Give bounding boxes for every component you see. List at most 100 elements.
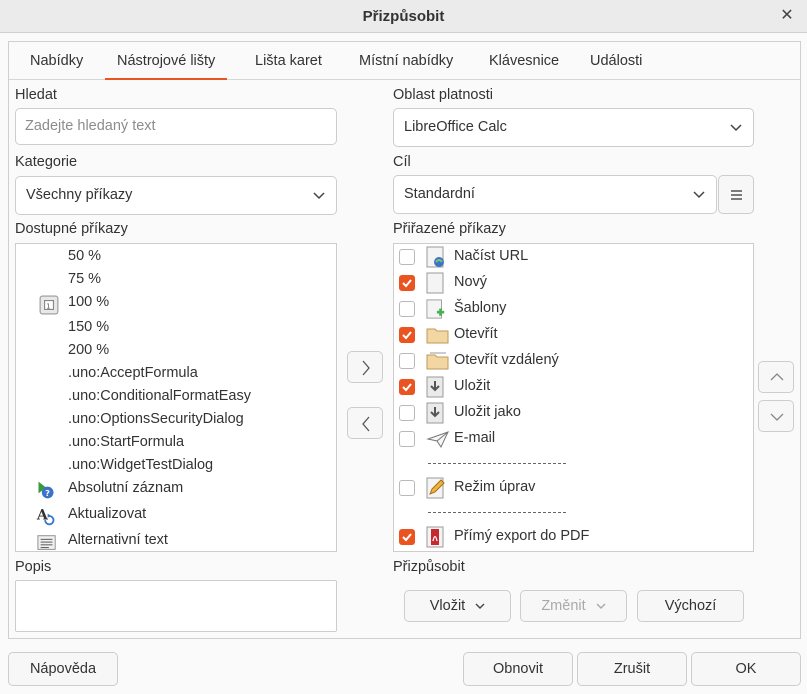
list-item[interactable]: Otevřít <box>394 322 753 348</box>
cancel-button[interactable]: Zrušit <box>577 652 687 686</box>
chevron-down-icon <box>770 413 784 421</box>
list-item[interactable]: Alternativní text <box>16 532 336 551</box>
tab-events[interactable]: Události <box>578 42 654 80</box>
list-item[interactable]: Načíst URL <box>394 244 753 270</box>
command-checkbox[interactable] <box>399 405 415 421</box>
list-item[interactable]: Přímý export do PDF <box>394 524 753 550</box>
list-item[interactable]: Uložit jako <box>394 400 753 426</box>
reset-button[interactable]: Obnovit <box>463 652 573 686</box>
save-icon <box>426 376 444 398</box>
command-checkbox[interactable] <box>399 353 415 369</box>
separator <box>428 512 566 513</box>
main-panel: Nabídky Nástrojové lišty Lišta karet Mís… <box>8 41 801 639</box>
separator <box>428 463 566 464</box>
svg-text:1: 1 <box>46 302 50 310</box>
list-item[interactable]: .uno:OptionsSecurityDialog <box>16 411 336 433</box>
tab-keyboard[interactable]: Klávesnice <box>477 42 571 80</box>
refresh-text-icon: A <box>36 507 55 526</box>
customize-label: Přizpůsobit <box>393 559 465 575</box>
category-value: Všechny příkazy <box>26 187 133 203</box>
chevron-down-icon <box>730 124 742 132</box>
title-bar: Přizpůsobit ✕ <box>0 0 807 33</box>
chevron-up-icon <box>770 373 784 381</box>
scope-value: LibreOffice Calc <box>404 119 507 135</box>
chevron-right-icon <box>362 360 370 376</box>
command-checkbox[interactable] <box>399 379 415 395</box>
description-box <box>15 580 337 632</box>
scope-label: Oblast platnosti <box>393 87 493 103</box>
search-input[interactable]: Zadejte hledaný text <box>15 108 337 145</box>
pdf-export-icon <box>426 526 444 548</box>
window-title: Přizpůsobit <box>362 8 445 25</box>
list-item[interactable]: A Aktualizovat <box>16 506 336 530</box>
list-item[interactable]: 200 % <box>16 342 336 364</box>
ok-button[interactable]: OK <box>691 652 801 686</box>
list-item[interactable]: .uno:WidgetTestDialog <box>16 457 336 479</box>
add-command-button[interactable] <box>347 351 383 383</box>
list-item[interactable]: Nový <box>394 270 753 296</box>
list-item[interactable]: .uno:ConditionalFormatEasy <box>16 388 336 410</box>
insert-button[interactable]: Vložit <box>404 590 511 622</box>
command-checkbox[interactable] <box>399 249 415 265</box>
category-dropdown[interactable]: Všechny příkazy <box>15 176 337 215</box>
absolute-record-icon: ? <box>38 481 54 499</box>
help-button[interactable]: Nápověda <box>8 652 118 686</box>
load-url-icon <box>426 246 444 268</box>
tab-bar: Nabídky Nástrojové lišty Lišta karet Mís… <box>9 42 800 80</box>
toolbar-menu-button[interactable] <box>718 175 754 214</box>
command-checkbox[interactable] <box>399 431 415 447</box>
category-label: Kategorie <box>15 154 78 170</box>
open-remote-icon <box>426 352 449 370</box>
target-label: Cíl <box>393 154 411 170</box>
remove-command-button[interactable] <box>347 407 383 439</box>
list-item[interactable]: Šablony <box>394 296 753 322</box>
defaults-button[interactable]: Výchozí <box>637 590 744 622</box>
assigned-commands-list[interactable]: Načíst URL Nový Šablony Otevřít Otevřít … <box>393 243 754 552</box>
list-item[interactable]: Uložit <box>394 374 753 400</box>
list-item[interactable]: 75 % <box>16 271 336 293</box>
tab-context-menus[interactable]: Místní nabídky <box>347 42 465 80</box>
modify-button[interactable]: Změnit <box>520 590 627 622</box>
open-folder-icon <box>426 328 449 344</box>
available-commands-label: Dostupné příkazy <box>15 221 128 237</box>
target-dropdown[interactable]: Standardní <box>393 175 717 214</box>
chevron-down-icon <box>693 191 705 199</box>
list-item[interactable]: Režim úprav <box>394 475 753 501</box>
description-label: Popis <box>15 559 52 575</box>
chevron-down-icon <box>313 192 325 200</box>
available-commands-list[interactable]: 50 % 75 % 1 100 % 150 % 200 % .uno:Accep… <box>15 243 337 552</box>
move-down-button[interactable] <box>758 400 794 432</box>
list-item[interactable]: 150 % <box>16 319 336 341</box>
command-checkbox[interactable] <box>399 480 415 496</box>
command-checkbox[interactable] <box>399 301 415 317</box>
command-checkbox[interactable] <box>399 529 415 545</box>
tab-notebookbar[interactable]: Lišta karet <box>243 42 334 80</box>
tab-menus[interactable]: Nabídky <box>18 42 95 80</box>
command-checkbox[interactable] <box>399 275 415 291</box>
list-item[interactable]: 50 % <box>16 248 336 270</box>
list-item[interactable]: .uno:AcceptFormula <box>16 365 336 387</box>
search-label: Hledat <box>15 87 57 103</box>
email-icon <box>426 431 449 449</box>
list-item[interactable]: ? Absolutní záznam <box>16 480 336 504</box>
command-checkbox[interactable] <box>399 327 415 343</box>
chevron-down-icon <box>596 603 606 610</box>
tab-toolbars[interactable]: Nástrojové lišty <box>105 42 228 80</box>
list-item[interactable]: Otevřít vzdálený <box>394 348 753 374</box>
chevron-down-icon <box>475 603 485 610</box>
target-value: Standardní <box>404 186 475 202</box>
move-up-button[interactable] <box>758 361 794 393</box>
edit-mode-icon <box>426 477 445 499</box>
list-item[interactable]: 1 100 % <box>16 294 336 316</box>
list-item[interactable]: E-mail <box>394 426 753 452</box>
hamburger-icon <box>731 190 742 200</box>
list-item[interactable]: .uno:StartFormula <box>16 434 336 456</box>
scope-dropdown[interactable]: LibreOffice Calc <box>393 108 754 147</box>
modify-button-label: Změnit <box>541 598 586 614</box>
new-document-icon <box>426 272 444 294</box>
chevron-left-icon <box>362 416 370 432</box>
close-icon[interactable]: ✕ <box>777 6 797 26</box>
assigned-commands-label: Přiřazené příkazy <box>393 221 506 237</box>
templates-icon <box>426 299 445 319</box>
save-as-icon <box>426 402 444 424</box>
